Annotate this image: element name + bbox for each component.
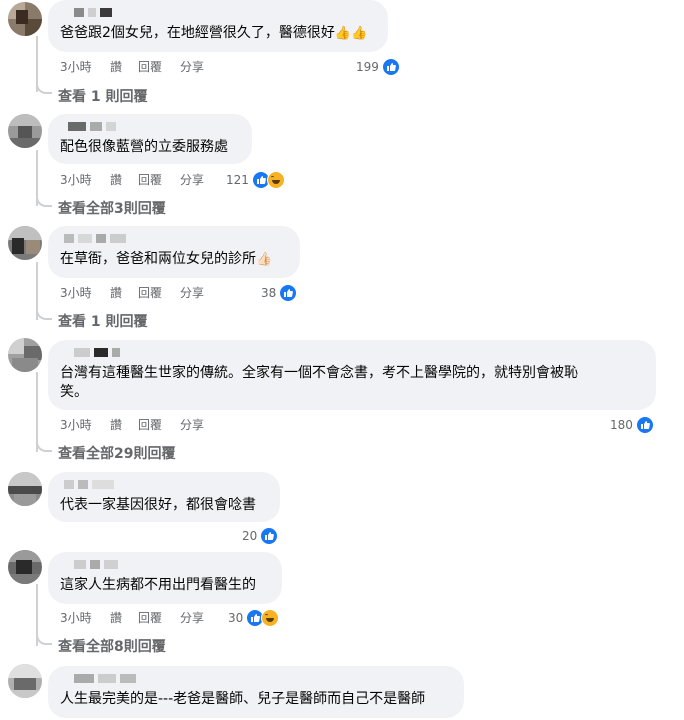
share-button[interactable]: 分享 — [180, 58, 204, 76]
reaction-count: 30 — [228, 611, 244, 625]
reaction-count: 20 — [242, 529, 258, 543]
reaction-summary[interactable]: 20 — [242, 527, 279, 545]
timestamp[interactable]: 3小時 — [60, 171, 92, 189]
avatar[interactable] — [8, 114, 42, 148]
comment-bubble: 這家人生病都不用出門看醫生的 — [48, 552, 282, 604]
commenter-name[interactable] — [60, 232, 288, 246]
comment-text: 這家人生病都不用出門看醫生的 — [60, 577, 256, 593]
avatar[interactable] — [8, 226, 42, 260]
like-button[interactable]: 讚 — [110, 58, 122, 76]
thumbs-up-emoji: 👍👍 — [334, 26, 368, 41]
comment-text: 爸爸跟2個女兒，在地經營很久了，醫德很好👍👍 — [60, 25, 368, 41]
like-icon — [279, 284, 298, 302]
like-button[interactable]: 讚 — [110, 609, 122, 627]
view-replies-link[interactable]: 查看全部3則回覆 — [58, 198, 166, 218]
share-button[interactable]: 分享 — [180, 416, 204, 434]
reaction-count: 121 — [226, 173, 249, 187]
commenter-name[interactable] — [60, 672, 452, 686]
avatar[interactable] — [8, 472, 42, 506]
avatar[interactable] — [8, 2, 42, 36]
reply-connector — [36, 80, 52, 94]
reaction-count: 38 — [261, 286, 277, 300]
timestamp[interactable]: 3小時 — [60, 609, 92, 627]
share-button[interactable]: 分享 — [180, 171, 204, 189]
comment-bubble: 配色很像藍營的立委服務處 — [48, 114, 252, 164]
commenter-name[interactable] — [60, 558, 270, 572]
reaction-summary[interactable]: 121 — [226, 171, 285, 189]
reply-connector — [36, 193, 52, 207]
comment-text: 在草衙，爸爸和兩位女兒的診所👍🏻 — [60, 251, 273, 267]
share-button[interactable]: 分享 — [180, 609, 204, 627]
comment-bubble: 人生最完美的是---老爸是醫師、兒子是醫師而自己不是醫師 — [48, 666, 464, 718]
commenter-name[interactable] — [60, 120, 240, 134]
reply-button[interactable]: 回覆 — [138, 609, 162, 627]
comment-bubble: 代表一家基因很好，都很會唸書 — [48, 472, 280, 522]
reply-button[interactable]: 回覆 — [138, 416, 162, 434]
comment-text: 配色很像藍營的立委服務處 — [60, 139, 228, 155]
commenter-name[interactable] — [60, 478, 268, 492]
reaction-summary[interactable]: 30 — [228, 609, 280, 627]
like-button[interactable]: 讚 — [110, 171, 122, 189]
reply-button[interactable]: 回覆 — [138, 58, 162, 76]
reply-connector — [36, 631, 52, 645]
thumbs-up-emoji: 👍🏻 — [256, 252, 273, 267]
commenter-name[interactable] — [60, 6, 376, 20]
avatar[interactable] — [8, 664, 42, 698]
reaction-summary[interactable]: 38 — [261, 284, 298, 302]
view-replies-link[interactable]: 查看全部29則回覆 — [58, 443, 175, 463]
avatar[interactable] — [8, 550, 42, 584]
comment-bubble: 爸爸跟2個女兒，在地經營很久了，醫德很好👍👍 — [48, 0, 388, 52]
reply-button[interactable]: 回覆 — [138, 171, 162, 189]
timestamp[interactable]: 3小時 — [60, 58, 92, 76]
timestamp[interactable]: 3小時 — [60, 416, 92, 434]
reaction-count: 180 — [610, 418, 633, 432]
comment-text: 台灣有這種醫生世家的傳統。全家有一個不會念書，考不上醫學院的，就特別會被恥 笑。 — [60, 365, 578, 400]
comment-text: 代表一家基因很好，都很會唸書 — [60, 497, 256, 513]
reply-connector — [36, 438, 52, 452]
like-icon — [260, 527, 279, 545]
commenter-name[interactable] — [60, 346, 644, 360]
view-replies-link[interactable]: 查看 1 則回覆 — [58, 86, 148, 106]
reply-connector — [36, 306, 52, 320]
reaction-summary[interactable]: 180 — [610, 416, 654, 434]
comment-text: 人生最完美的是---老爸是醫師、兒子是醫師而自己不是醫師 — [60, 691, 426, 707]
haha-icon — [261, 609, 280, 627]
like-button[interactable]: 讚 — [110, 416, 122, 434]
share-button[interactable]: 分享 — [180, 284, 204, 302]
like-icon — [635, 416, 654, 434]
comment-bubble: 台灣有這種醫生世家的傳統。全家有一個不會念書，考不上醫學院的，就特別會被恥 笑。 — [48, 340, 656, 410]
avatar[interactable] — [8, 338, 42, 372]
view-replies-link[interactable]: 查看全部8則回覆 — [58, 636, 166, 656]
haha-icon — [266, 171, 285, 189]
view-replies-link[interactable]: 查看 1 則回覆 — [58, 311, 148, 331]
reply-button[interactable]: 回覆 — [138, 284, 162, 302]
like-button[interactable]: 讚 — [110, 284, 122, 302]
reaction-summary[interactable]: 199 — [356, 58, 400, 76]
reaction-count: 199 — [356, 60, 379, 74]
comment-bubble: 在草衙，爸爸和兩位女兒的診所👍🏻 — [48, 226, 300, 278]
like-icon — [381, 58, 400, 76]
timestamp[interactable]: 3小時 — [60, 284, 92, 302]
